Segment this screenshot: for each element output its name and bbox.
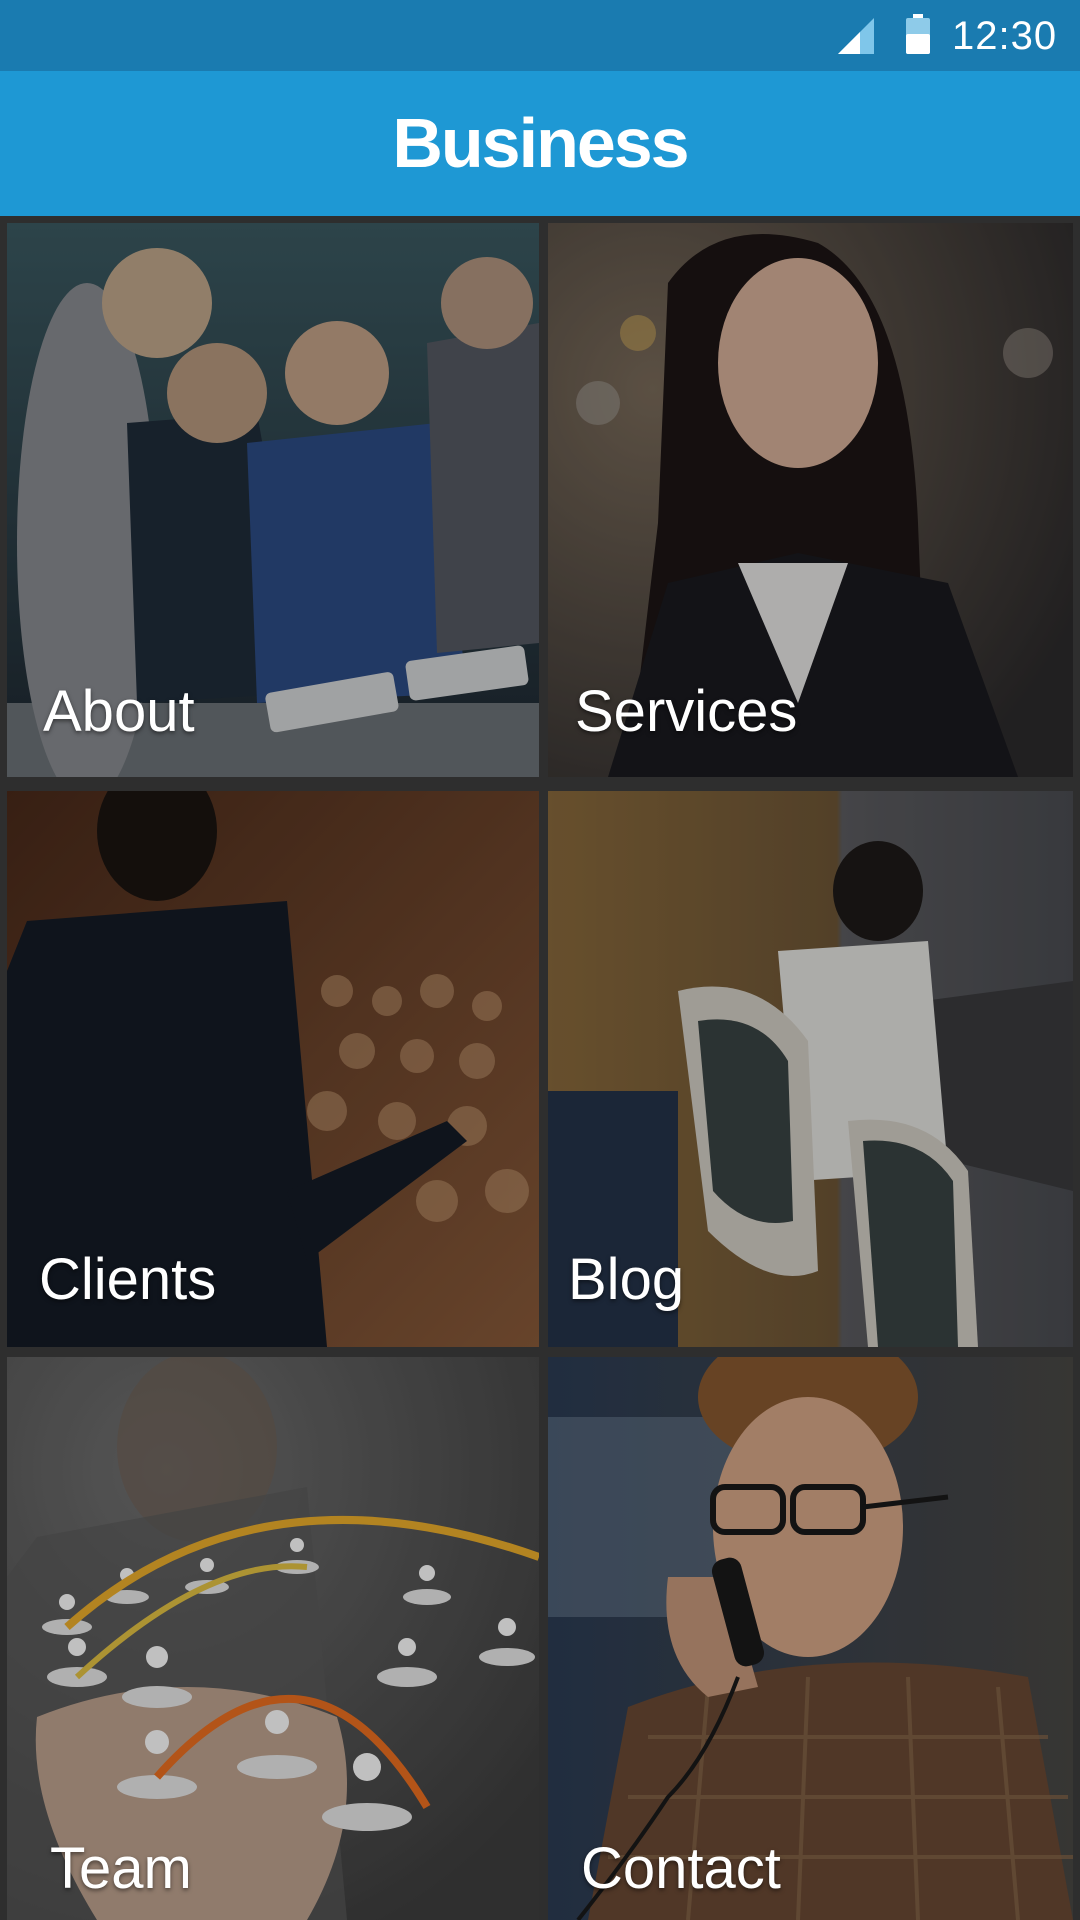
status-bar: 12:30 <box>0 0 1080 71</box>
menu-grid: Clients Blog Team Contact About Services <box>0 216 1080 1920</box>
status-time: 12:30 <box>952 14 1058 58</box>
signal-icon <box>838 18 874 54</box>
tile-label: Team <box>50 1836 192 1901</box>
tile-blog[interactable]: Blog <box>548 791 1073 1347</box>
tile-label-about: About <box>43 679 195 744</box>
tile-label: Blog <box>568 1247 685 1312</box>
tile-label-services: Services <box>575 679 798 744</box>
tile-contact[interactable]: Contact <box>548 1357 1073 1920</box>
tile-label: Clients <box>39 1247 217 1312</box>
tile-clients[interactable]: Clients <box>7 791 539 1347</box>
tile-team[interactable]: Team <box>7 1357 539 1920</box>
battery-icon <box>906 14 930 54</box>
tile-label: Contact <box>581 1836 781 1901</box>
page-title: Business <box>392 104 689 182</box>
app-bar: Business <box>0 71 1080 216</box>
